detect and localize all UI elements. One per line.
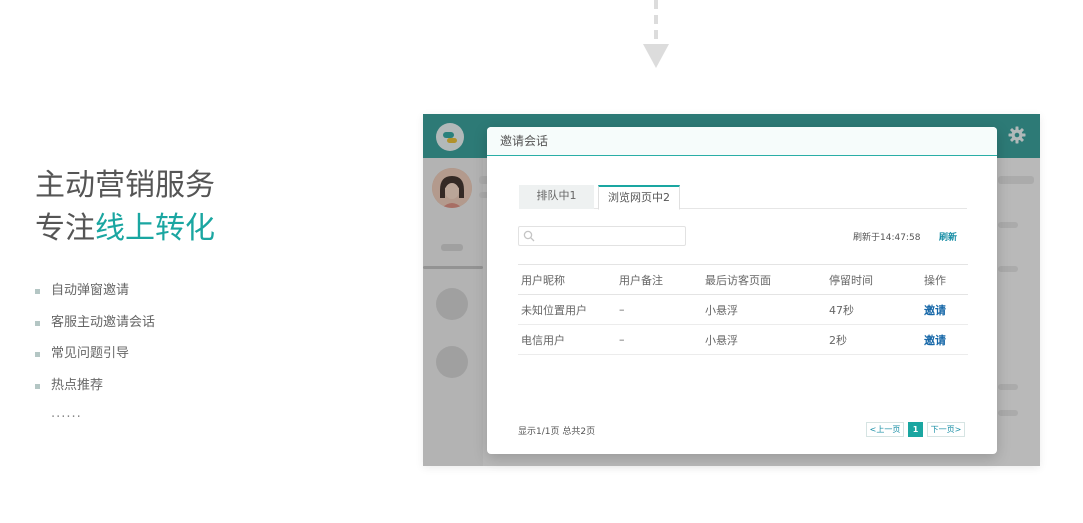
table-header-row: 用户昵称 用户备注 最后访客页面 停留时间 操作	[518, 264, 968, 295]
prev-page-button[interactable]: <上一页	[866, 422, 904, 437]
invite-button[interactable]: 邀请	[921, 294, 968, 325]
column-header: 最后访客页面	[702, 264, 826, 295]
invite-button[interactable]: 邀请	[921, 324, 968, 355]
headline-line-2-highlight: 线上转化	[95, 211, 215, 246]
next-page-button[interactable]: 下一页>	[927, 422, 965, 437]
headline-line-1: 主动营销服务	[35, 168, 215, 203]
cell-remark: –	[616, 324, 702, 355]
cell-nickname: 未知位置用户	[518, 294, 616, 325]
column-header: 用户备注	[616, 264, 702, 295]
page-info: 显示1/1页 总共2页	[518, 427, 596, 437]
cell-last-page: 小悬浮	[702, 324, 826, 355]
feature-item: 客服主动邀请会话	[35, 312, 155, 344]
column-header: 用户昵称	[518, 264, 616, 295]
refresh-time: 刷新于14:47:58	[853, 233, 921, 243]
table-row: 电信用户 – 小悬浮 2秒 邀请	[518, 324, 968, 355]
cell-last-page: 小悬浮	[702, 294, 826, 325]
tab-queue[interactable]: 排队中1	[519, 185, 594, 209]
refresh-button[interactable]: 刷新	[939, 230, 957, 243]
column-header: 停留时间	[826, 264, 921, 295]
dashed-down-arrow-icon	[643, 0, 669, 68]
tab-browsing[interactable]: 浏览网页中2	[598, 185, 680, 210]
page-1-button[interactable]: 1	[908, 422, 923, 437]
dialog-tabs: 排队中1 浏览网页中2	[519, 185, 967, 210]
feature-item: 常见问题引导	[35, 343, 155, 375]
dialog-title: 邀请会话	[500, 134, 549, 148]
search-input[interactable]	[518, 226, 686, 246]
table-row: 未知位置用户 – 小悬浮 47秒 邀请	[518, 294, 968, 325]
cell-stay-time: 47秒	[826, 294, 921, 325]
cell-stay-time: 2秒	[826, 324, 921, 355]
feature-list: 自动弹窗邀请 客服主动邀请会话 常见问题引导 热点推荐 ......	[35, 280, 155, 438]
feature-item: 自动弹窗邀请	[35, 280, 155, 312]
headline-line-2-prefix: 专注	[35, 211, 95, 246]
invite-dialog: 邀请会话 排队中1 浏览网页中2 刷新于14:47:58 刷新 用户昵称 用户备…	[487, 127, 997, 454]
dialog-header: 邀请会话	[487, 127, 997, 156]
cell-nickname: 电信用户	[518, 324, 616, 355]
headline: 主动营销服务 专注线上转化	[35, 164, 215, 250]
column-header: 操作	[921, 264, 968, 295]
feature-more: ......	[51, 406, 82, 421]
feature-item: 热点推荐	[35, 375, 155, 407]
cell-remark: –	[616, 294, 702, 325]
visitor-table: 用户昵称 用户备注 最后访客页面 停留时间 操作 未知位置用户 – 小悬浮 47…	[518, 264, 968, 355]
search-icon	[523, 230, 535, 242]
